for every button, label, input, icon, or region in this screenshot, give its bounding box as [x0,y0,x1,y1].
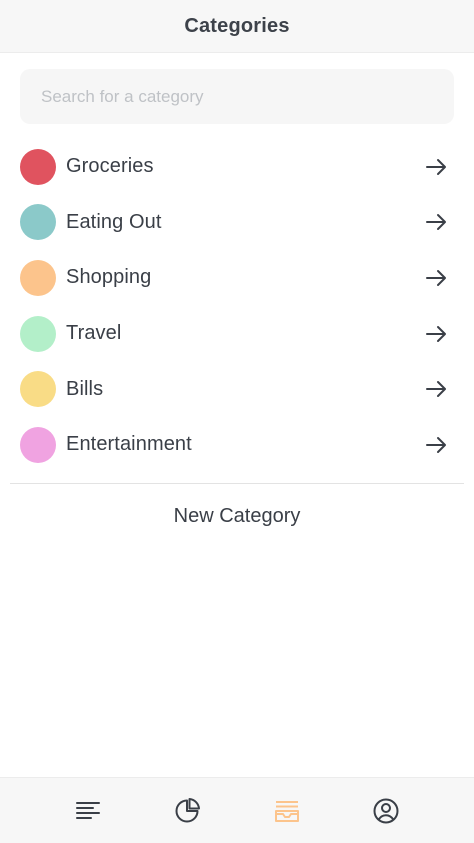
category-row-entertainment[interactable]: Entertainment [0,417,474,473]
tab-profile[interactable] [351,786,421,836]
category-color-dot [20,315,56,352]
category-color-dot [20,148,56,185]
category-row-eating-out[interactable]: Eating Out [0,195,474,251]
list-icon [75,801,100,819]
category-label: Groceries [66,155,154,178]
categories-icon [274,800,299,822]
pie-chart-icon [175,797,201,822]
category-label: Entertainment [66,433,192,456]
tab-reports[interactable] [152,786,222,836]
category-color-dot [20,204,56,241]
arrow-right-icon[interactable] [424,433,448,457]
arrow-right-icon[interactable] [424,155,448,179]
header-bar: Categories [0,0,474,53]
category-row-travel[interactable]: Travel [0,306,474,362]
search-input[interactable] [20,69,454,124]
categories-screen: Categories Groceries Eating Out Shopping… [0,0,474,843]
list-divider [10,483,464,484]
category-color-dot [20,371,56,408]
page-title: Categories [184,14,290,37]
category-label: Bills [66,377,104,400]
category-row-bills[interactable]: Bills [0,361,474,417]
category-color-dot [20,259,56,296]
tab-transactions[interactable] [53,786,123,836]
profile-icon [373,798,399,823]
new-category-button[interactable]: New Category [0,498,474,534]
category-list: Groceries Eating Out Shopping Travel Bil… [0,139,474,473]
category-label: Travel [66,322,122,345]
arrow-right-icon[interactable] [424,266,448,290]
tab-categories[interactable] [252,786,322,836]
category-color-dot [20,426,56,463]
category-row-groceries[interactable]: Groceries [0,139,474,195]
bottom-tab-bar [0,777,474,843]
category-label: Eating Out [66,210,162,233]
arrow-right-icon[interactable] [424,322,448,346]
category-label: Shopping [66,266,152,289]
arrow-right-icon[interactable] [424,377,448,401]
category-row-shopping[interactable]: Shopping [0,250,474,306]
arrow-right-icon[interactable] [424,210,448,234]
